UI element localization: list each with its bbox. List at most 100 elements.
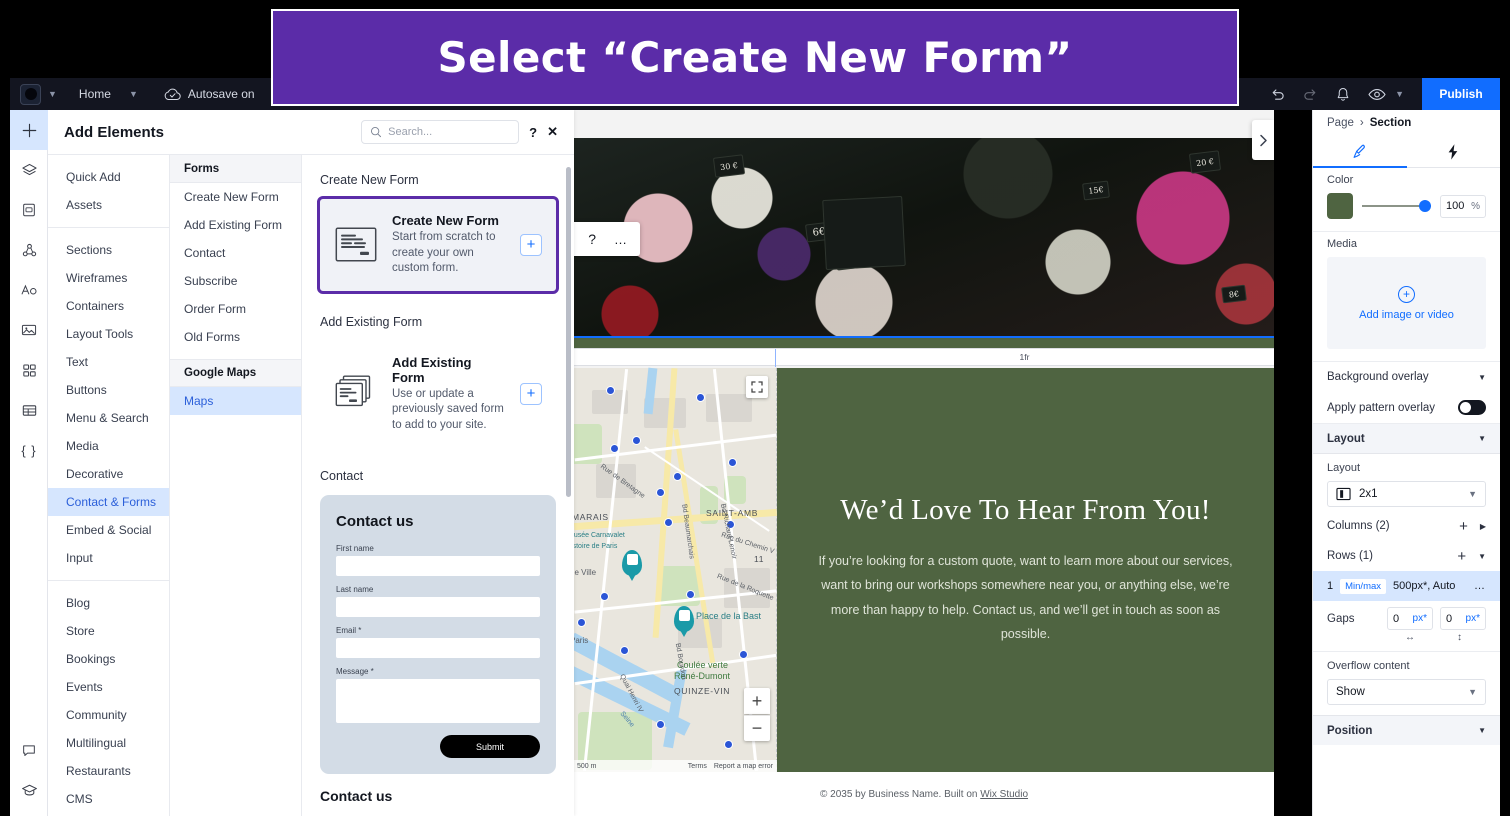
category-contact-and-forms[interactable]: Contact & Forms <box>48 488 169 516</box>
category-containers[interactable]: Containers <box>48 292 169 320</box>
category-community[interactable]: Community <box>48 701 169 729</box>
google-map-widget[interactable]: MARAIS SAINT-AMB Musée Carnavalet Histoi… <box>574 367 777 772</box>
grid-ruler[interactable]: 1fr <box>574 348 1274 367</box>
row-minmax-badge[interactable]: Min/max <box>1340 578 1387 594</box>
category-cms[interactable]: CMS <box>48 785 169 813</box>
map-zoom-out-button[interactable]: − <box>744 715 770 741</box>
add-create-new-form-button[interactable]: + <box>520 233 542 256</box>
opacity-slider[interactable] <box>1362 200 1431 212</box>
breadcrumb-parent[interactable]: Page <box>1327 117 1354 129</box>
rail-item-layers[interactable] <box>10 150 48 190</box>
search-input[interactable]: Search... <box>361 120 520 144</box>
category-blog[interactable]: Blog <box>48 589 169 617</box>
gap-vertical-input[interactable]: 0 px* <box>1440 607 1486 630</box>
row-item-1[interactable]: 1 Min/max 500px*, Auto … <box>1313 571 1500 601</box>
undo-icon[interactable] <box>1270 87 1285 102</box>
color-swatch[interactable] <box>1327 193 1353 219</box>
add-row-button[interactable]: + <box>1457 548 1466 565</box>
category-menu-search[interactable]: Menu & Search <box>48 404 169 432</box>
layout-select[interactable]: 2x1 ▼ <box>1327 481 1486 507</box>
chevron-down-icon[interactable]: ▼ <box>1395 89 1404 99</box>
site-logo-menu[interactable]: ▼ <box>20 83 57 105</box>
category-wireframes[interactable]: Wireframes <box>48 264 169 292</box>
help-button[interactable]: ? <box>529 125 537 140</box>
map-fullscreen-button[interactable] <box>746 376 768 398</box>
category-text[interactable]: Text <box>48 348 169 376</box>
field-input-email[interactable] <box>336 638 540 659</box>
contact-form-preview[interactable]: Contact us First name Last name Email * … <box>320 495 556 775</box>
collapse-panel-button[interactable] <box>1252 120 1274 160</box>
category-events[interactable]: Events <box>48 673 169 701</box>
tab-interactions[interactable] <box>1407 136 1501 167</box>
contact-section[interactable]: We’d Love To Hear From You! If you’re lo… <box>777 368 1274 772</box>
rail-item-pages[interactable] <box>10 190 48 230</box>
category-bookings[interactable]: Bookings <box>48 645 169 673</box>
hero-image[interactable]: 30 € 6€ 20 € 15€ 8€ 15 € <box>574 138 1274 338</box>
category-store[interactable]: Store <box>48 617 169 645</box>
pattern-overlay-toggle[interactable] <box>1458 400 1486 415</box>
category-assets[interactable]: Assets <box>48 191 169 219</box>
map-pin[interactable] <box>622 550 642 581</box>
rail-item-apps[interactable] <box>10 350 48 390</box>
rail-item-site-styles[interactable] <box>10 270 48 310</box>
opacity-input[interactable]: 100 % <box>1440 194 1486 218</box>
floating-help-button[interactable]: ? <box>588 231 596 247</box>
slider-knob[interactable] <box>1419 200 1431 212</box>
add-media-dropzone[interactable]: + Add image or video <box>1327 257 1486 349</box>
rail-item-learn[interactable] <box>10 770 48 810</box>
category-multilingual[interactable]: Multilingual <box>48 729 169 757</box>
subitem-add-existing-form[interactable]: Add Existing Form <box>170 211 301 239</box>
overflow-select[interactable]: Show ▼ <box>1327 679 1486 705</box>
rail-item-add-elements[interactable] <box>10 110 48 150</box>
layout-section-header[interactable]: Layout ▼ <box>1313 424 1500 454</box>
field-input-last-name[interactable] <box>336 597 540 618</box>
category-restaurants[interactable]: Restaurants <box>48 757 169 785</box>
rail-item-dev-mode[interactable]: { } <box>10 430 48 470</box>
gap-horizontal-input[interactable]: 0 px* <box>1387 607 1433 630</box>
chevron-down-icon[interactable]: ▼ <box>129 89 138 99</box>
subitem-contact[interactable]: Contact <box>170 239 301 267</box>
chevron-down-icon[interactable]: ▼ <box>1478 552 1486 561</box>
subitem-old-forms[interactable]: Old Forms <box>170 323 301 351</box>
category-quick-add[interactable]: Quick Add <box>48 163 169 191</box>
map-terms-link[interactable]: Terms <box>688 763 707 770</box>
subitem-order-form[interactable]: Order Form <box>170 295 301 323</box>
row-more-button[interactable]: … <box>1474 580 1486 592</box>
card-add-existing-form[interactable]: Add Existing Form Use or update a previo… <box>320 340 556 448</box>
submit-button[interactable]: Submit <box>440 735 540 759</box>
category-layout-tools[interactable]: Layout Tools <box>48 320 169 348</box>
close-icon[interactable]: ✕ <box>547 124 558 140</box>
map-report-error-link[interactable]: Report a map error <box>714 763 777 770</box>
apply-pattern-overlay-row[interactable]: Apply pattern overlay <box>1313 392 1500 424</box>
publish-button[interactable]: Publish <box>1422 78 1500 110</box>
floating-more-button[interactable]: … <box>614 232 628 247</box>
category-embed-social[interactable]: Embed & Social <box>48 516 169 544</box>
notifications-icon[interactable] <box>1336 87 1350 102</box>
subitem-create-new-form[interactable]: Create New Form <box>170 183 301 211</box>
category-media[interactable]: Media <box>48 432 169 460</box>
map-zoom-in-button[interactable]: + <box>744 688 770 714</box>
field-input-message[interactable] <box>336 679 540 724</box>
rail-item-cms[interactable] <box>10 390 48 430</box>
add-existing-form-button[interactable]: + <box>520 382 542 405</box>
tab-design[interactable] <box>1313 136 1407 167</box>
field-input-first-name[interactable] <box>336 556 540 577</box>
preview-eye-icon[interactable]: ▼ <box>1368 88 1404 101</box>
category-decorative[interactable]: Decorative <box>48 460 169 488</box>
rail-item-chat[interactable] <box>10 730 48 770</box>
add-column-button[interactable]: + <box>1459 518 1468 535</box>
position-section-header[interactable]: Position ▼ <box>1313 715 1500 745</box>
footer-link-wix-studio[interactable]: Wix Studio <box>980 789 1028 800</box>
subitem-maps[interactable]: Maps <box>170 387 301 415</box>
content-scrollbar[interactable] <box>566 167 571 497</box>
rail-item-interactions[interactable] <box>10 230 48 270</box>
category-sections[interactable]: Sections <box>48 236 169 264</box>
category-buttons[interactable]: Buttons <box>48 376 169 404</box>
category-input[interactable]: Input <box>48 544 169 572</box>
chevron-right-icon[interactable]: ▶ <box>1480 522 1486 531</box>
background-overlay-row[interactable]: Background overlay ▼ <box>1313 362 1500 392</box>
card-create-new-form[interactable]: Create New Form Start from scratch to cr… <box>317 196 559 294</box>
rail-item-media[interactable] <box>10 310 48 350</box>
subitem-subscribe[interactable]: Subscribe <box>170 267 301 295</box>
redo-icon[interactable] <box>1303 87 1318 102</box>
